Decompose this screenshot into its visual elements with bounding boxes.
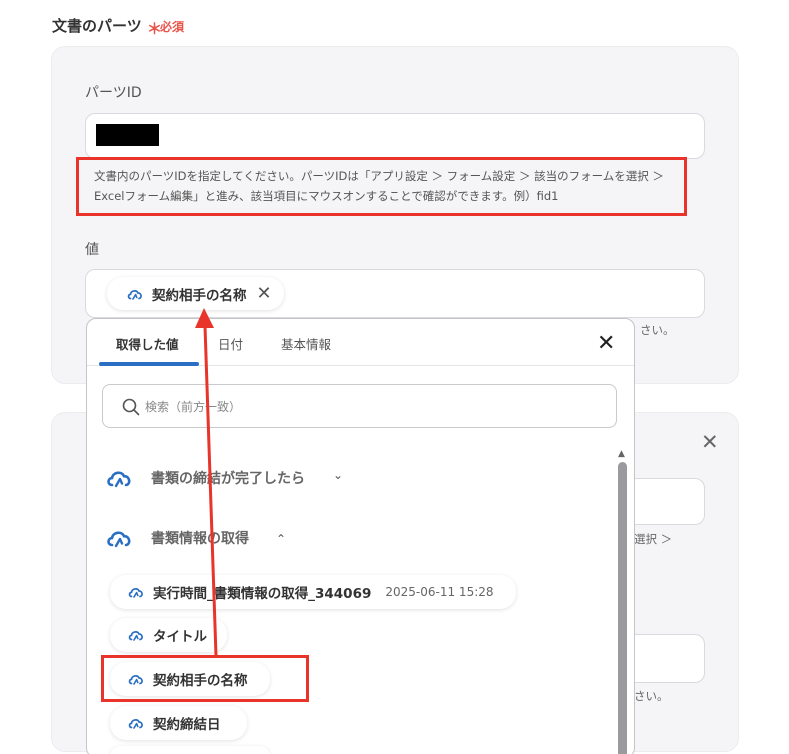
annotation-arrow xyxy=(195,308,218,657)
